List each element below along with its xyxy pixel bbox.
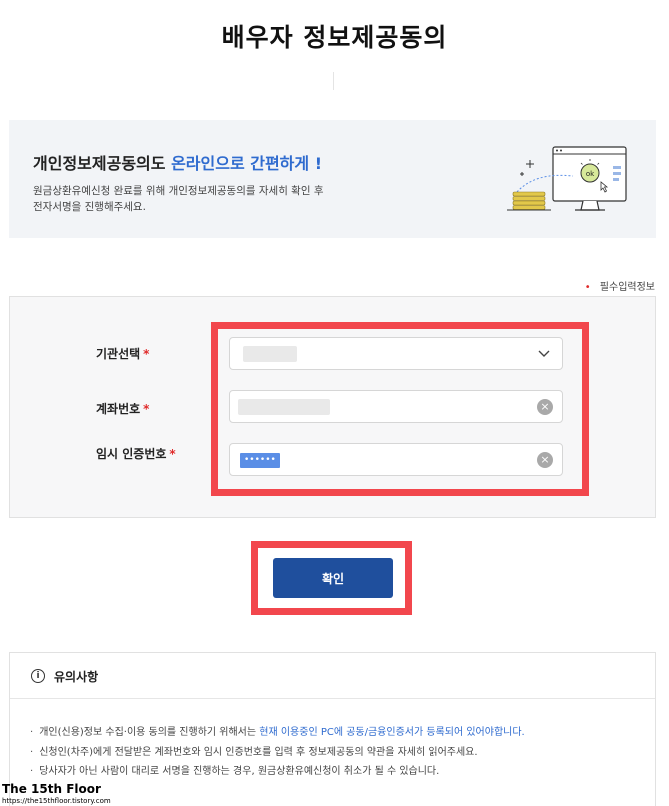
watermark-url: https://the15thfloor.tistory.com [2,797,111,805]
highlight-annotation-fields [211,322,589,496]
required-mark: * [169,447,176,461]
banner-description: 원금상환유예신청 완료를 위해 개인정보제공동의를 자세히 확인 후 전자서명을… [33,183,363,215]
notice-item: 개인(신용)정보 수집·이용 동의를 진행하기 위해서는 현재 이용중인 PC에… [30,723,525,743]
banner-headline: 개인정보제공동의도 온라인으로 간편하게 ! [33,150,322,174]
banner-description-line: 전자서명을 진행해주세요. [33,201,146,213]
notice-item: 신청인(차주)에게 전달받은 계좌번호와 임시 인증번호를 입력 후 정보제공동… [30,743,525,763]
banner-description-line: 원금상환유예신청 완료를 위해 개인정보제공동의를 자세히 확인 후 [33,185,324,197]
monitor-ok-coins-illustration: ok [507,146,627,211]
watermark-title: The 15th Floor [2,782,101,796]
notice-item-highlight: 현재 이용중인 PC에 공동/금융인증서가 등록되어 있어야합니다. [259,727,525,738]
required-info-note: • 필수입력정보 [585,278,655,293]
account-label-text: 계좌번호 [96,402,141,416]
notice-title: 유의사항 [54,670,99,684]
notice-item-text: 신청인(차주)에게 전달받은 계좌번호와 임시 인증번호를 입력 후 정보제공동… [39,746,478,758]
ok-label: ok [586,170,595,178]
divider [333,72,334,90]
banner-headline-suffix: ! [314,154,322,173]
institution-label: 기관선택 * [96,345,149,362]
temp-cert-label: 임시 인증번호 * [96,445,176,462]
notice-header: i 유의사항 [10,653,655,699]
notice-panel: i 유의사항 개인(신용)정보 수집·이용 동의를 진행하기 위해서는 현재 이… [9,652,656,806]
info-banner: 개인정보제공동의도 온라인으로 간편하게 ! 원금상환유예신청 완료를 위해 개… [9,120,656,238]
required-mark: * [143,402,150,416]
banner-headline-accent: 온라인으로 간편하게 [171,154,310,173]
notice-item-text: 개인(신용)정보 수집·이용 동의를 진행하기 위해서는 [39,727,260,738]
banner-headline-prefix: 개인정보제공동의도 [33,154,166,173]
temp-cert-label-text: 임시 인증번호 [96,447,167,461]
confirm-button[interactable]: 확인 [273,558,393,598]
notice-item: 당사자가 아닌 사람이 대리로 서명을 진행하는 경우, 원금상환유예신청이 취… [30,762,525,782]
notice-list: 개인(신용)정보 수집·이용 동의를 진행하기 위해서는 현재 이용중인 PC에… [30,723,525,782]
required-mark: * [143,347,150,361]
page-title: 배우자 정보제공동의 [221,23,448,52]
info-icon: i [31,669,45,683]
required-info-label: 필수입력정보 [599,282,655,293]
institution-label-text: 기관선택 [96,347,141,361]
account-label: 계좌번호 * [96,400,149,417]
required-dot: • [584,282,591,293]
notice-item-text: 당사자가 아닌 사람이 대리로 서명을 진행하는 경우, 원금상환유예신청이 취… [39,766,440,777]
